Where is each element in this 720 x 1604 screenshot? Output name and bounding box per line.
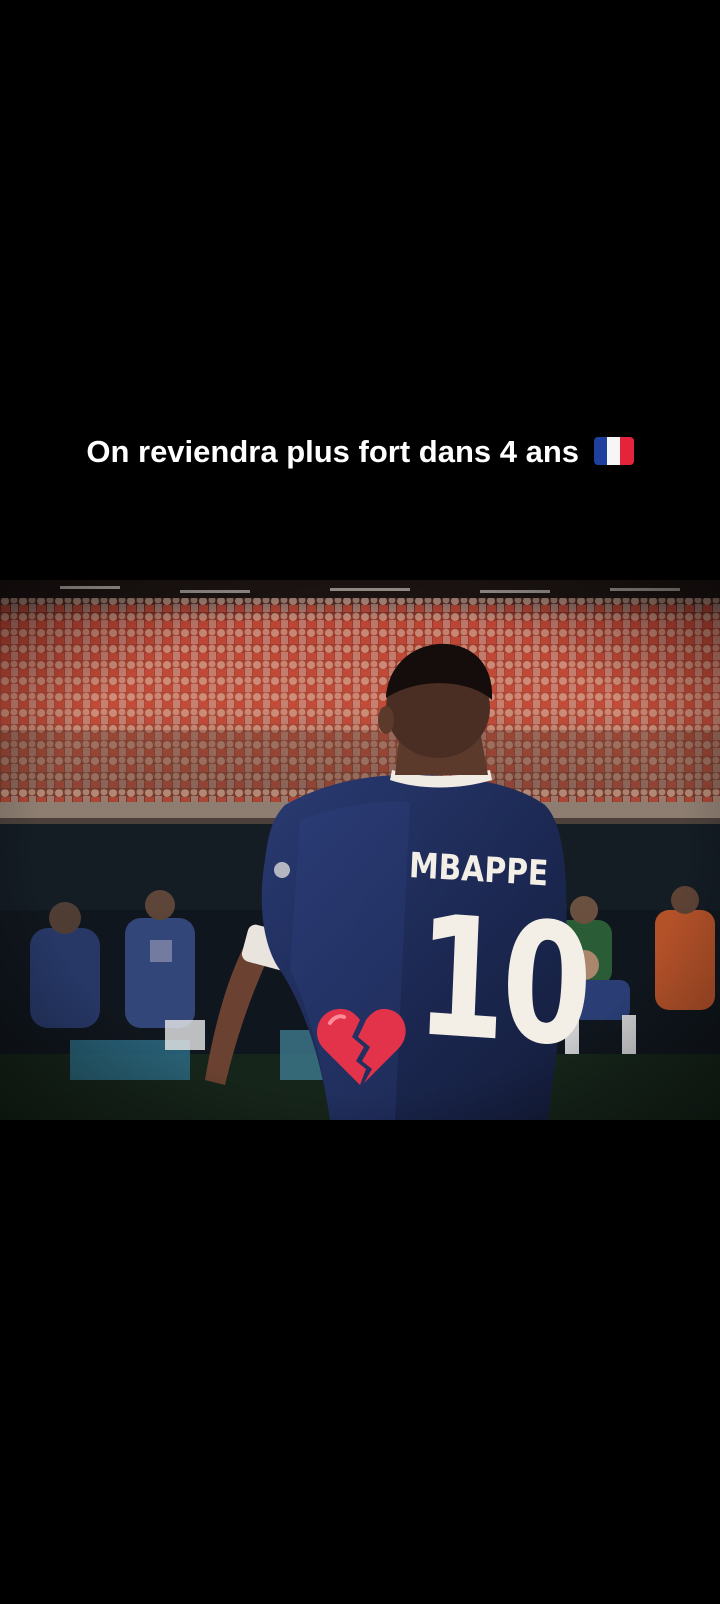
caption-text: On reviendra plus fort dans 4 ans (86, 434, 580, 469)
video-frame: MBAPPE 10 (0, 580, 720, 1120)
flag-france-icon (593, 436, 634, 465)
video-caption: On reviendra plus fort dans 4 ans (0, 428, 720, 476)
jersey-number: 10 (412, 880, 592, 1085)
broken-heart-icon (316, 1008, 406, 1085)
